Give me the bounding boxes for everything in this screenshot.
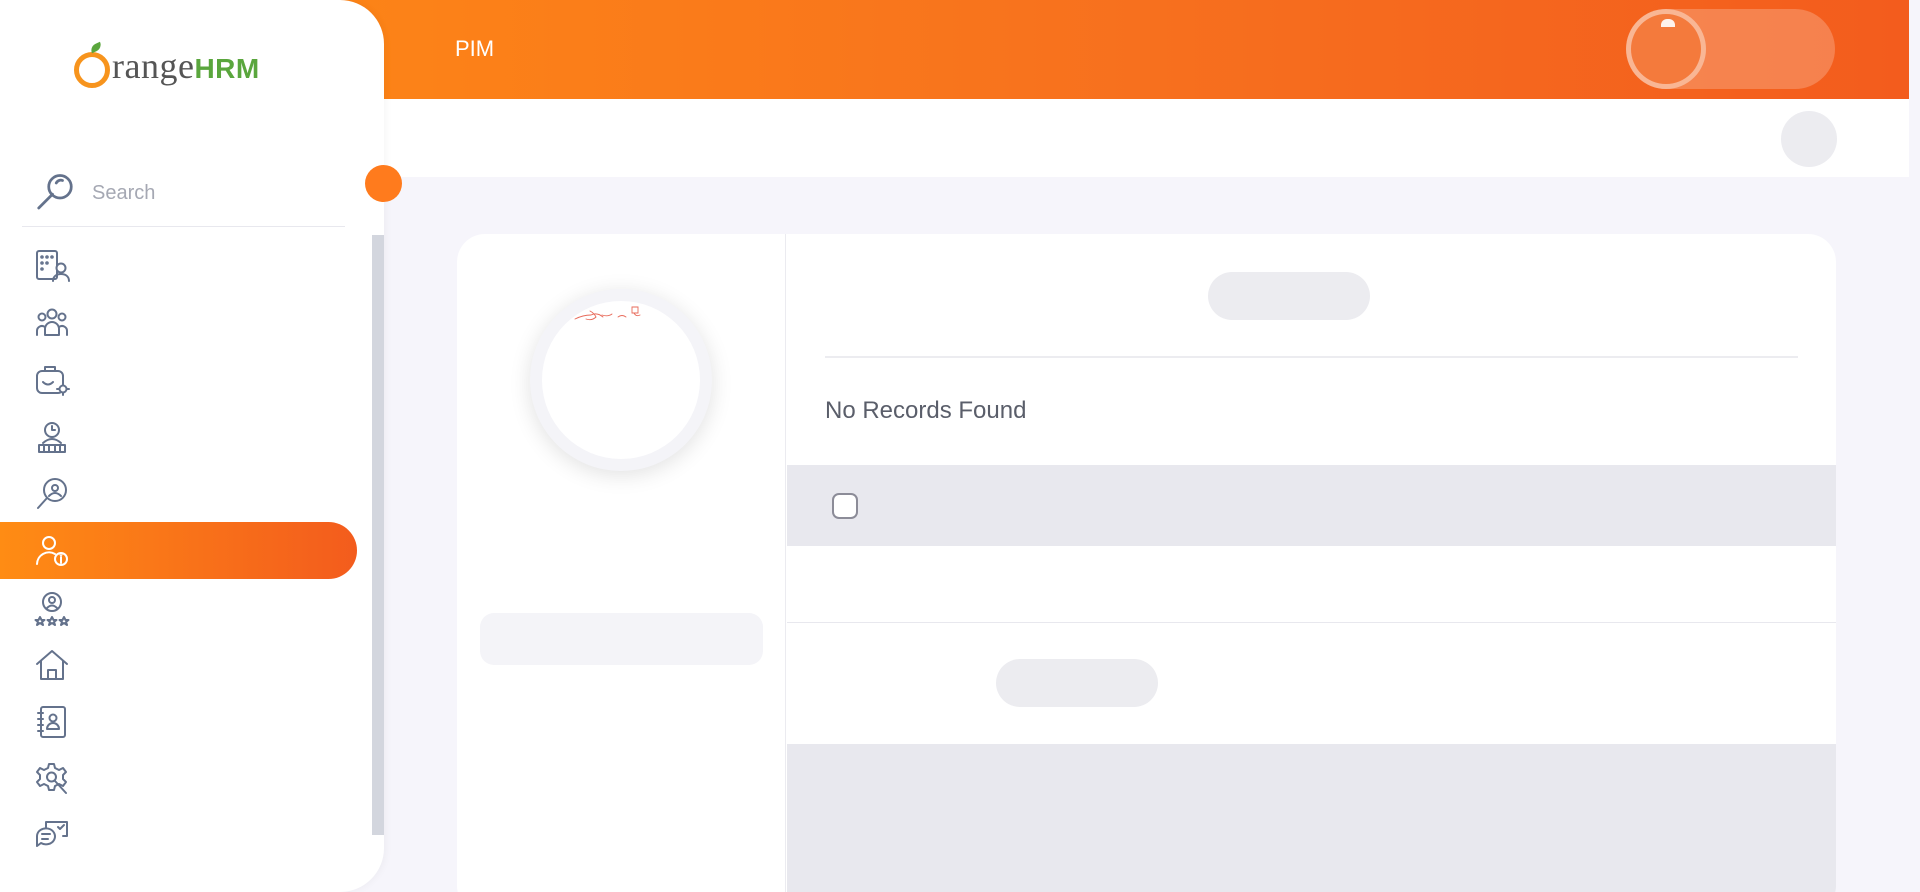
dashboard-icon (36, 649, 68, 680)
profile-picture-frame[interactable] (530, 289, 712, 471)
leave-icon (36, 365, 70, 396)
my-info-icon (36, 535, 68, 566)
employee-name-placeholder (480, 613, 763, 665)
sidebar-item-recruitment[interactable] (0, 465, 357, 522)
employee-detail-card: No Records Found (457, 234, 1836, 892)
action-button-placeholder[interactable] (996, 659, 1158, 707)
pim-icon (36, 308, 68, 336)
admin-icon (36, 249, 70, 282)
sidebar-collapse-button[interactable] (365, 165, 402, 202)
select-all-checkbox[interactable] (832, 493, 858, 519)
sidebar-nav (0, 237, 357, 864)
table-header (787, 465, 1836, 546)
sub-header-bar (383, 99, 1909, 177)
profile-picture (542, 301, 700, 459)
user-avatar[interactable] (1626, 9, 1706, 89)
sidebar-item-leave[interactable] (0, 351, 357, 408)
orange-logo-icon (74, 52, 110, 88)
sidebar-item-admin[interactable] (0, 237, 357, 294)
records-panel: No Records Found (787, 234, 1836, 892)
profile-panel (457, 234, 786, 892)
profile-sketch-image (574, 306, 641, 321)
performance-icon (34, 591, 70, 626)
page-title: PIM (455, 36, 495, 61)
search-input[interactable] (92, 181, 312, 205)
sidebar-item-pim[interactable] (0, 294, 357, 351)
sidebar: rangeHRM (0, 0, 384, 892)
sidebar-item-buzz[interactable] (0, 807, 357, 864)
no-records-message: No Records Found (825, 397, 1027, 424)
search-icon (37, 174, 73, 210)
sidebar-item-maintenance[interactable] (0, 750, 357, 807)
brand-logo[interactable]: rangeHRM (74, 44, 260, 88)
buzz-icon (36, 820, 68, 847)
time-icon (38, 421, 66, 453)
recruitment-icon (37, 477, 67, 509)
table-empty-row (787, 546, 1836, 623)
brand-wordmark: rangeHRM (112, 46, 260, 86)
lower-section-placeholder (787, 744, 1836, 892)
sidebar-search (22, 160, 345, 227)
sidebar-item-my-info[interactable] (0, 522, 357, 579)
help-button[interactable] (1781, 111, 1837, 167)
sidebar-scrollbar[interactable] (372, 235, 384, 835)
sidebar-item-performance[interactable] (0, 579, 357, 636)
sidebar-item-dashboard[interactable] (0, 636, 357, 693)
maintenance-icon (36, 762, 67, 794)
directory-icon (37, 705, 66, 738)
section-title-placeholder (1208, 272, 1370, 320)
sidebar-item-time[interactable] (0, 408, 357, 465)
sidebar-item-directory[interactable] (0, 693, 357, 750)
section-divider (825, 356, 1798, 358)
